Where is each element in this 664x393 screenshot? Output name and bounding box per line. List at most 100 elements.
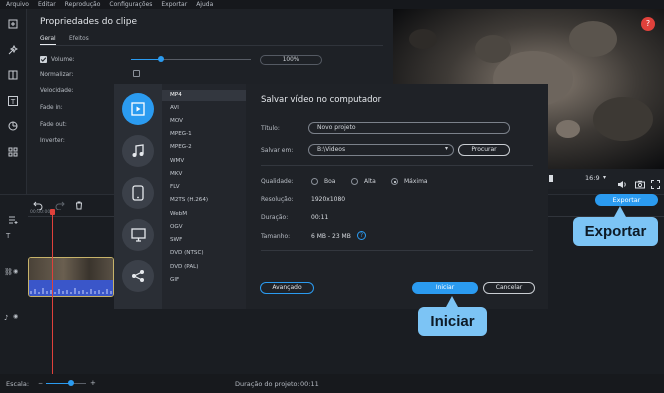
title-track-icon: T	[6, 232, 11, 240]
quality-high-label: Alta	[364, 178, 376, 185]
add-track-icon[interactable]	[8, 209, 18, 228]
advanced-button[interactable]: Avançado	[260, 282, 314, 294]
save-to-label: Salvar em:	[261, 147, 294, 154]
quality-max-radio[interactable]	[391, 178, 398, 185]
format-item[interactable]: FLV	[170, 182, 246, 193]
format-item[interactable]: MPEG-2	[170, 142, 246, 153]
project-duration-value: 00:11	[300, 380, 319, 388]
cancel-button[interactable]: Cancelar	[483, 282, 535, 294]
format-item[interactable]: MOV	[170, 116, 246, 127]
volume-checkbox[interactable]	[40, 56, 47, 63]
import-icon[interactable]	[5, 16, 21, 32]
duration-label: Duração:	[261, 214, 289, 221]
speed-label: Velocidade:	[40, 88, 74, 94]
more-tools-icon[interactable]	[5, 144, 21, 160]
volume-icon[interactable]	[617, 174, 627, 193]
normalize-label: Normalizar:	[40, 72, 74, 78]
size-label: Tamanho:	[261, 233, 291, 240]
fullscreen-icon[interactable]	[651, 174, 660, 193]
volume-value[interactable]: 100%	[260, 55, 322, 65]
export-category-sidebar	[114, 84, 162, 309]
volume-slider-fill	[131, 59, 161, 60]
svg-text:T: T	[10, 98, 16, 106]
camera-icon[interactable]	[635, 174, 645, 193]
stickers-icon[interactable]	[5, 118, 21, 134]
scale-label: Escala:	[6, 380, 30, 388]
quality-good-radio[interactable]	[311, 178, 318, 185]
export-button[interactable]: Exportar	[595, 194, 658, 206]
video-track-icon: ⛓	[4, 268, 13, 276]
modal-title: Salvar vídeo no computador	[261, 95, 382, 105]
start-callout: Iniciar	[418, 307, 487, 336]
size-value: 6 MB - 23 MB	[311, 233, 351, 240]
chevron-down-icon[interactable]: ▾	[603, 174, 606, 181]
aspect-ratio-select[interactable]: 16:9	[585, 174, 600, 182]
info-icon[interactable]: ?	[357, 231, 366, 240]
export-callout-pointer	[614, 206, 626, 217]
menu-file[interactable]: Arquivo	[6, 1, 29, 8]
audio-file-icon[interactable]	[122, 135, 154, 167]
format-item[interactable]: MPEG-1	[170, 129, 246, 140]
format-item[interactable]: MP4	[162, 90, 246, 101]
start-button[interactable]: Iniciar	[412, 282, 478, 294]
quality-high-radio[interactable]	[351, 178, 358, 185]
menu-settings[interactable]: Configurações	[109, 1, 152, 8]
quality-good-label: Boa	[324, 178, 336, 185]
volume-slider-handle[interactable]	[158, 56, 164, 62]
video-clip[interactable]	[28, 257, 114, 297]
tab-effects[interactable]: Efeitos	[69, 36, 89, 42]
format-item[interactable]: WMV	[170, 156, 246, 167]
resolution-label: Resolução:	[261, 196, 294, 203]
clip-thumbnail	[29, 258, 113, 280]
fadein-label: Fade in:	[40, 105, 63, 111]
effects-icon[interactable]	[5, 42, 21, 58]
format-item[interactable]: DVD (PAL)	[170, 262, 246, 273]
audio-track-icon: ♪	[4, 314, 9, 322]
save-to-select[interactable]: B:\Videos	[308, 144, 454, 156]
format-list: MP4 AVI MOV MPEG-1 MPEG-2 WMV MKV FLV M2…	[162, 84, 246, 309]
playhead[interactable]	[52, 209, 53, 375]
play-marker-icon[interactable]	[549, 175, 553, 182]
zoom-out-icon[interactable]: −	[38, 380, 43, 387]
title-input[interactable]: Novo projeto	[308, 122, 510, 134]
duration-value: 00:11	[311, 214, 329, 221]
format-item[interactable]: MKV	[170, 169, 246, 180]
format-item[interactable]: WebM	[170, 209, 246, 220]
menu-export[interactable]: Exportar	[161, 1, 187, 8]
panel-title: Propriedades do clipe	[40, 17, 138, 27]
tv-icon[interactable]	[122, 219, 154, 251]
format-item[interactable]: GIF	[170, 275, 246, 286]
format-item[interactable]: OGV	[170, 222, 246, 233]
format-item[interactable]: SWF	[170, 235, 246, 246]
format-item[interactable]: M2TS (H.264)	[170, 195, 246, 206]
divider	[261, 250, 533, 251]
playhead-handle[interactable]	[50, 209, 55, 215]
menu-playback[interactable]: Reprodução	[65, 1, 101, 8]
audio-track-mute-icon[interactable]: ◉	[13, 313, 18, 320]
track-mute-icon[interactable]: ◉	[13, 268, 18, 275]
scale-slider-fill	[46, 383, 70, 384]
chevron-down-icon[interactable]: ▾	[445, 145, 448, 152]
normalize-checkbox[interactable]	[133, 70, 140, 77]
resolution-value: 1920x1080	[311, 196, 346, 203]
menu-edit[interactable]: Editar	[38, 1, 56, 8]
titles-icon[interactable]: T	[5, 93, 21, 109]
share-icon[interactable]	[122, 260, 154, 292]
divider	[261, 165, 533, 166]
zoom-in-icon[interactable]: +	[90, 379, 96, 387]
menu-help[interactable]: Ajuda	[196, 1, 213, 8]
scale-slider-handle[interactable]	[68, 380, 74, 386]
start-callout-pointer	[446, 296, 458, 307]
transitions-icon[interactable]	[5, 67, 21, 83]
format-item[interactable]: DVD (NTSC)	[170, 248, 246, 259]
tab-general[interactable]: Geral	[40, 36, 56, 42]
export-callout: Exportar	[573, 217, 658, 246]
browse-button[interactable]: Procurar	[458, 144, 510, 156]
tab-divider	[40, 45, 383, 46]
mobile-device-icon[interactable]	[122, 177, 154, 209]
fadeout-label: Fade out:	[40, 122, 67, 128]
video-file-icon[interactable]	[122, 93, 154, 125]
help-button[interactable]: ?	[641, 17, 655, 31]
quality-label: Qualidade:	[261, 178, 294, 185]
format-item[interactable]: AVI	[170, 103, 246, 114]
